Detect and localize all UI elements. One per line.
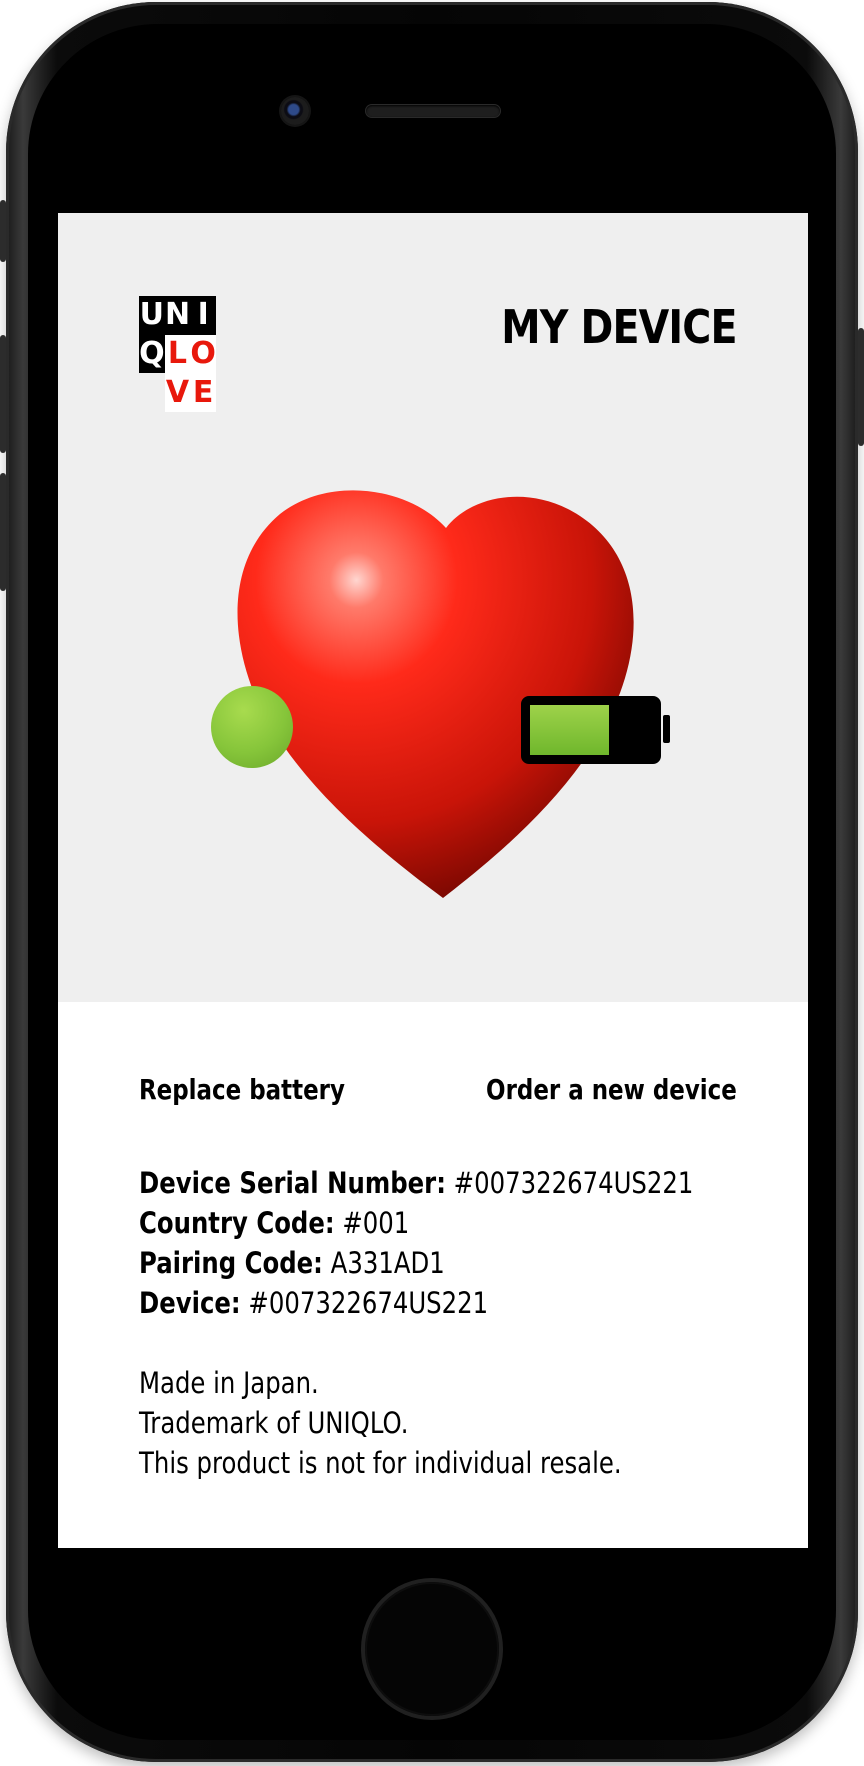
home-button[interactable] bbox=[365, 1582, 499, 1716]
volume-down-button bbox=[0, 473, 6, 591]
app-screen: U N I Q L O V E MY DEVICE Replace batter… bbox=[58, 213, 808, 1548]
serial-number-label: Device Serial Number: bbox=[139, 1166, 446, 1200]
trademark-text: Trademark of UNIQLO. bbox=[139, 1406, 409, 1440]
device-actions: Replace battery Order a new device bbox=[139, 1073, 737, 1106]
order-new-device-link[interactable]: Order a new device bbox=[486, 1073, 737, 1106]
logo-letter: V bbox=[164, 373, 191, 412]
logo-letter: I bbox=[190, 296, 216, 335]
resale-notice-text: This product is not for individual resal… bbox=[139, 1446, 622, 1480]
logo-letter: E bbox=[190, 373, 216, 412]
pairing-code-label: Pairing Code: bbox=[139, 1246, 323, 1280]
connection-status-dot bbox=[211, 686, 293, 768]
device-id-row: Device: #007322674US221 bbox=[139, 1283, 643, 1323]
country-code-row: Country Code: #001 bbox=[139, 1203, 643, 1243]
device-info: Device Serial Number: #007322674US221 Co… bbox=[139, 1163, 693, 1483]
volume-up-button bbox=[0, 335, 6, 453]
page-title: MY DEVICE bbox=[501, 300, 738, 354]
battery-tip bbox=[663, 715, 670, 743]
country-code-value: #001 bbox=[334, 1206, 410, 1240]
battery-icon bbox=[521, 696, 661, 764]
front-camera-icon bbox=[281, 97, 309, 125]
device-id-value: #007322674US221 bbox=[240, 1286, 489, 1320]
uniqlove-logo: U N I Q L O V E bbox=[139, 296, 216, 412]
logo-letter: U bbox=[139, 296, 165, 335]
replace-battery-link[interactable]: Replace battery bbox=[139, 1073, 345, 1106]
made-in-text: Made in Japan. bbox=[139, 1366, 319, 1400]
silent-switch bbox=[0, 200, 6, 262]
battery-level-fill bbox=[530, 705, 609, 755]
logo-letter: N bbox=[164, 296, 191, 335]
device-id-label: Device: bbox=[139, 1286, 241, 1320]
logo-letter: O bbox=[190, 334, 216, 374]
logo-letter: Q bbox=[139, 334, 165, 374]
logo-letter: L bbox=[164, 334, 191, 374]
device-hero: U N I Q L O V E MY DEVICE bbox=[58, 213, 808, 1002]
earpiece-speaker bbox=[366, 105, 500, 117]
country-code-label: Country Code: bbox=[139, 1206, 335, 1240]
serial-number-row: Device Serial Number: #007322674US221 bbox=[139, 1163, 693, 1203]
logo-blank bbox=[139, 373, 165, 412]
pairing-code-value: A331AD1 bbox=[322, 1246, 445, 1280]
pairing-code-row: Pairing Code: A331AD1 bbox=[139, 1243, 643, 1283]
power-button bbox=[858, 328, 864, 446]
serial-number-value: #007322674US221 bbox=[445, 1166, 694, 1200]
